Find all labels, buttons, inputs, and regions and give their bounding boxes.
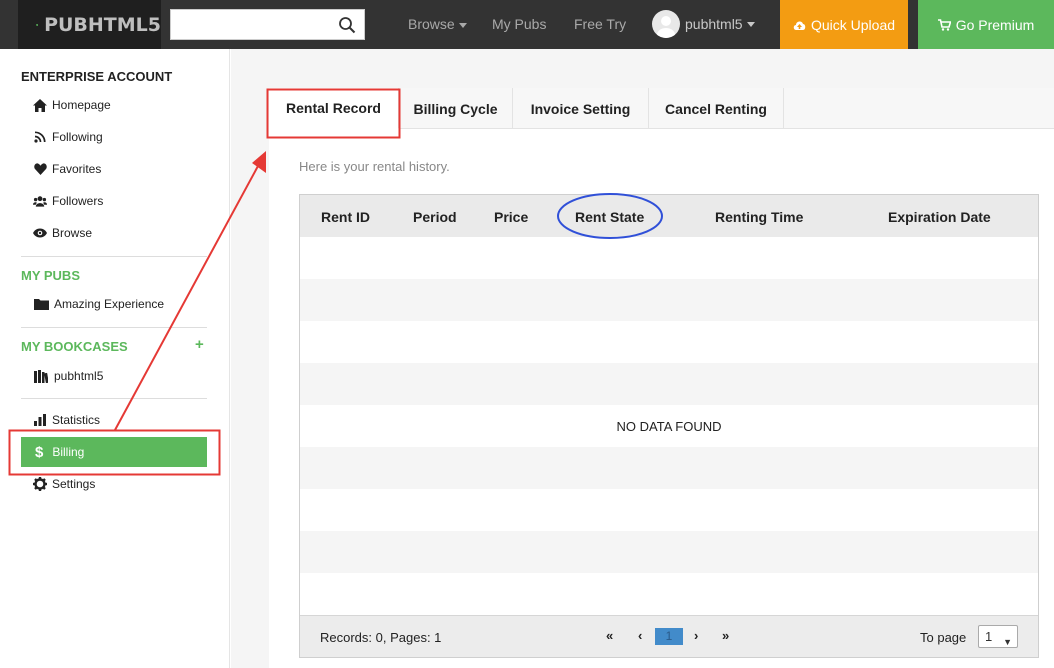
users-icon <box>33 194 47 208</box>
bar-chart-icon <box>33 413 47 427</box>
table-row <box>300 447 1038 489</box>
dollar-icon: $ <box>35 443 44 461</box>
to-page-label: To page <box>920 630 967 645</box>
logo[interactable]: PUBHTML5 <box>18 0 161 49</box>
table-row <box>300 279 1038 321</box>
go-premium-button[interactable]: Go Premium <box>918 0 1054 49</box>
sidebar-item-followers[interactable]: Followers <box>33 194 103 208</box>
sidebar-item-label: Homepage <box>52 98 111 112</box>
gear-icon <box>33 477 47 491</box>
rss-icon <box>33 130 47 144</box>
cart-icon <box>937 18 951 31</box>
quick-upload-button[interactable]: Quick Upload <box>780 0 908 49</box>
pubhtml5-logo-icon <box>36 23 38 26</box>
avatar <box>652 10 680 38</box>
divider <box>21 327 207 328</box>
top-navbar: PUBHTML5 Browse My Pubs Free Try pubhtml… <box>0 0 1054 49</box>
tab-cancel-renting[interactable]: Cancel Renting <box>649 88 784 129</box>
home-icon <box>33 98 47 112</box>
chevron-down-icon <box>458 22 467 28</box>
tab-invoice-setting[interactable]: Invoice Setting <box>513 88 649 129</box>
quick-upload-label: Quick Upload <box>810 16 896 33</box>
column-header-price[interactable]: Price <box>494 209 528 225</box>
sidebar-item-settings[interactable]: Settings <box>33 477 95 491</box>
sidebar-item-label: Favorites <box>52 162 102 176</box>
sidebar: ENTERPRISE ACCOUNT Homepage Following Fa… <box>0 49 230 668</box>
table-footer: Records: 0, Pages: 1 « ‹ 1 › » To page 1… <box>300 615 1038 657</box>
sidebar-item-label: pubhtml5 <box>54 369 104 383</box>
divider <box>21 256 207 257</box>
folder-icon <box>33 297 49 311</box>
sidebar-item-amazing-experience[interactable]: Amazing Experience <box>33 297 164 311</box>
nav-browse[interactable]: Browse <box>408 16 467 32</box>
first-page-button[interactable]: « <box>606 628 613 643</box>
sidebar-item-label: Followers <box>52 194 104 208</box>
sidebar-item-favorites[interactable]: Favorites <box>33 162 101 176</box>
chevron-down-icon <box>746 21 755 27</box>
sidebar-item-browse[interactable]: Browse <box>33 226 92 240</box>
current-page-button[interactable]: 1 <box>655 628 683 645</box>
records-summary: Records: 0, Pages: 1 <box>320 630 442 645</box>
tab-bar: Rental Record Billing Cycle Invoice Sett… <box>269 88 1054 129</box>
table-row <box>300 531 1038 573</box>
tab-billing-cycle[interactable]: Billing Cycle <box>399 88 513 129</box>
rental-table: Rent ID Period Price Rent State Renting … <box>299 194 1039 658</box>
sidebar-item-billing[interactable]: $ Billing <box>21 437 207 467</box>
table-row <box>300 237 1038 279</box>
eye-icon <box>33 226 47 240</box>
search-input[interactable] <box>171 10 331 39</box>
last-page-button[interactable]: » <box>722 628 729 643</box>
user-silhouette-icon <box>657 16 675 38</box>
user-name: pubhtml5 <box>685 16 743 32</box>
tab-rental-record[interactable]: Rental Record <box>269 88 399 129</box>
sidebar-item-homepage[interactable]: Homepage <box>33 98 111 112</box>
divider <box>21 398 207 399</box>
no-data-message: NO DATA FOUND <box>616 419 722 434</box>
main-content: Rental Record Billing Cycle Invoice Sett… <box>231 49 1054 668</box>
sidebar-item-statistics[interactable]: Statistics <box>33 413 100 427</box>
sidebar-item-label: Browse <box>52 226 93 240</box>
sidebar-item-label: Statistics <box>52 413 101 427</box>
table-row <box>300 321 1038 363</box>
column-header-rent-state[interactable]: Rent State <box>575 209 644 225</box>
sidebar-item-label: Amazing Experience <box>54 297 165 311</box>
books-icon <box>33 369 49 383</box>
enterprise-account-heading: ENTERPRISE ACCOUNT <box>21 69 173 84</box>
search-icon[interactable] <box>338 16 356 34</box>
table-row <box>300 489 1038 531</box>
prev-page-button[interactable]: ‹ <box>638 628 642 643</box>
caret-down-icon: ▼ <box>1003 637 1012 647</box>
nav-free-try[interactable]: Free Try <box>574 16 626 32</box>
my-bookcases-heading[interactable]: MY BOOKCASES <box>21 339 128 354</box>
user-menu[interactable]: pubhtml5 <box>652 10 755 38</box>
sidebar-item-pubhtml5-bookcase[interactable]: pubhtml5 <box>33 369 103 383</box>
column-header-expiration-date[interactable]: Expiration Date <box>888 209 991 225</box>
next-page-button[interactable]: › <box>694 628 698 643</box>
rental-panel: Rental Record Billing Cycle Invoice Sett… <box>269 88 1054 668</box>
column-header-period[interactable]: Period <box>413 209 457 225</box>
rental-history-subtitle: Here is your rental history. <box>299 159 450 174</box>
my-pubs-heading[interactable]: MY PUBS <box>21 268 80 283</box>
logo-text: PUBHTML5 <box>44 13 161 36</box>
table-header: Rent ID Period Price Rent State Renting … <box>300 195 1038 237</box>
sidebar-item-label: Billing <box>52 445 85 459</box>
add-bookcase-icon[interactable]: + <box>195 336 204 353</box>
column-header-renting-time[interactable]: Renting Time <box>715 209 803 225</box>
heart-icon <box>33 162 47 176</box>
nav-browse-label: Browse <box>408 16 455 32</box>
go-premium-label: Go Premium <box>955 16 1035 33</box>
sidebar-item-label: Settings <box>52 477 96 491</box>
sidebar-item-following[interactable]: Following <box>33 130 103 144</box>
table-row <box>300 363 1038 405</box>
page-select[interactable]: 1 ▼ <box>978 625 1018 648</box>
page-select-value: 1 <box>985 629 993 644</box>
search-box <box>170 9 365 40</box>
table-row <box>300 573 1038 615</box>
sidebar-item-label: Following <box>52 130 103 144</box>
column-header-rent-id[interactable]: Rent ID <box>321 209 370 225</box>
nav-my-pubs[interactable]: My Pubs <box>492 16 546 32</box>
cloud-upload-icon <box>793 20 806 30</box>
